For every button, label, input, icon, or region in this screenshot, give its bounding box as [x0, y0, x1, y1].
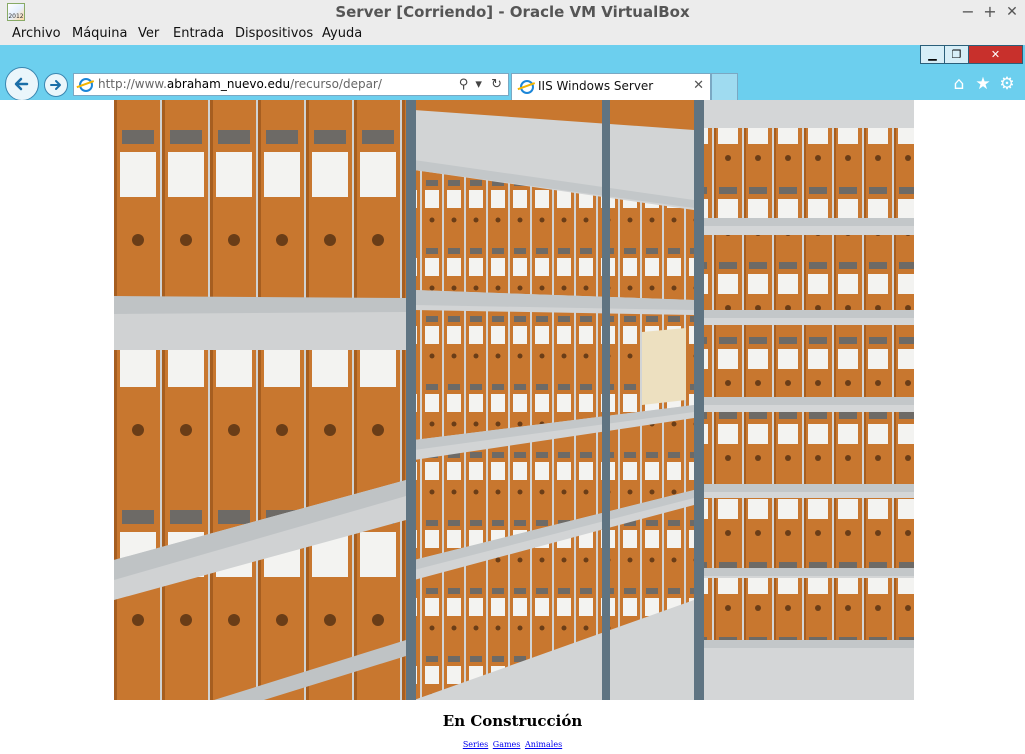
browser-restore-button[interactable]: ❐ — [944, 45, 969, 64]
url-path: /recurso/depar/ — [290, 77, 382, 91]
refresh-icon[interactable]: ↻ — [491, 77, 502, 92]
menu-maquina[interactable]: Máquina — [72, 26, 128, 41]
guest-screen: ▁ ❐ ✕ http://www.abraham_nuevo.edu/recur… — [0, 45, 1025, 754]
settings-icon[interactable]: ⚙ — [995, 74, 1019, 94]
tab-close-icon[interactable]: ✕ — [693, 78, 704, 93]
new-tab-button[interactable] — [711, 73, 738, 100]
link-games[interactable]: Games — [493, 740, 521, 749]
window-title: Server [Corriendo] - Oracle VM VirtualBo… — [335, 3, 690, 21]
tab-iis-windows-server[interactable]: IIS Windows Server ✕ — [511, 73, 711, 100]
link-series[interactable]: Series — [463, 740, 488, 749]
arrow-left-icon — [14, 77, 29, 91]
url-prefix: http://www. — [98, 77, 167, 91]
middle-shelving-unit — [404, 100, 694, 700]
ie-tab-icon — [520, 80, 534, 94]
right-shelving-unit — [692, 100, 914, 700]
browser-toolbar-icons: ⌂ ★ ⚙ — [947, 74, 1019, 94]
address-bar-icons: ⚲ ▾ ↻ — [459, 77, 502, 92]
favorites-icon[interactable]: ★ — [971, 74, 995, 94]
link-animales[interactable]: Animales — [525, 740, 562, 749]
page-links: Series Games Animales — [0, 740, 1025, 749]
vbox-close-button[interactable]: ✕ — [1002, 2, 1022, 22]
menu-ayuda[interactable]: Ayuda — [322, 26, 362, 41]
menu-ver[interactable]: Ver — [138, 26, 159, 41]
search-icon[interactable]: ⚲ — [459, 77, 469, 92]
browser-minimize-button[interactable]: ▁ — [920, 45, 945, 64]
dropdown-icon[interactable]: ▾ — [475, 77, 482, 92]
left-shelving-unit — [114, 100, 406, 700]
browser-frame: ▁ ❐ ✕ http://www.abraham_nuevo.edu/recur… — [0, 45, 1025, 101]
menu-entrada[interactable]: Entrada — [173, 26, 224, 41]
archive-shelves-photo — [114, 100, 914, 700]
back-button[interactable] — [5, 67, 39, 101]
vbox-maximize-button[interactable]: + — [980, 2, 1000, 22]
menu-archivo[interactable]: Archivo — [12, 26, 61, 41]
vbox-title-bar: 2012 Server [Corriendo] - Oracle VM Virt… — [0, 0, 1025, 26]
vbox-menu-bar: Archivo Máquina Ver Entrada Dispositivos… — [0, 25, 1025, 45]
tab-title: IIS Windows Server — [538, 79, 654, 93]
forward-button[interactable] — [44, 73, 68, 97]
ie-page-icon — [79, 78, 93, 92]
home-icon[interactable]: ⌂ — [947, 74, 971, 94]
browser-close-button[interactable]: ✕ — [968, 45, 1023, 64]
menu-dispositivos[interactable]: Dispositivos — [235, 26, 313, 41]
web-page: En Construcción Series Games Animales — [0, 100, 1025, 754]
address-url[interactable]: http://www.abraham_nuevo.edu/recurso/dep… — [98, 77, 382, 91]
address-bar[interactable]: http://www.abraham_nuevo.edu/recurso/dep… — [73, 73, 509, 96]
page-heading: En Construcción — [442, 712, 583, 730]
arrow-right-icon — [50, 80, 61, 90]
vbox-minimize-button[interactable]: − — [958, 2, 978, 22]
url-domain: abraham_nuevo.edu — [166, 77, 291, 91]
